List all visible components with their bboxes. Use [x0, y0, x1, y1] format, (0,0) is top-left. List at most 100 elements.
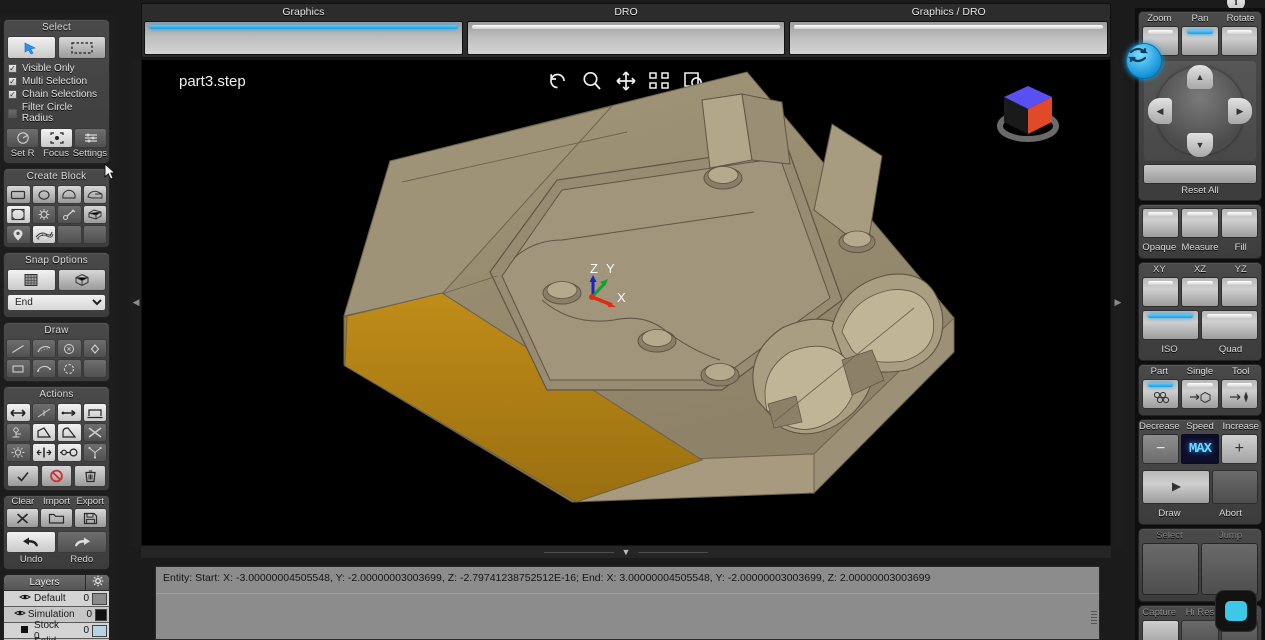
- tool-scope-button[interactable]: [1220, 379, 1258, 409]
- camera-icon[interactable]: [1215, 590, 1257, 632]
- layer-visibility-icon[interactable]: [17, 625, 32, 637]
- join-button[interactable]: [57, 403, 82, 422]
- snap-grid-button[interactable]: [7, 269, 56, 291]
- reject-button[interactable]: [40, 465, 73, 487]
- chain-selections-row[interactable]: ✓ Chain Selections: [4, 88, 109, 101]
- left-arrow-icon[interactable]: ◀: [1148, 98, 1172, 124]
- opaque-button[interactable]: [1142, 208, 1180, 238]
- rotate-mode-button[interactable]: [1220, 26, 1258, 56]
- delete-button[interactable]: [74, 465, 106, 487]
- layer-visibility-icon[interactable]: [17, 593, 32, 604]
- visible-only-checkbox[interactable]: ✓: [8, 64, 17, 73]
- measure-button[interactable]: [1181, 208, 1219, 238]
- snap-mode-select[interactable]: End Mid Center Intersect Nearest Quadran…: [7, 294, 106, 311]
- draw-arc-button[interactable]: [31, 339, 56, 358]
- console-scroll-grip[interactable]: [1091, 611, 1097, 625]
- quad-view-button[interactable]: [1201, 310, 1258, 340]
- draw-empty-button[interactable]: [82, 359, 107, 378]
- import-button[interactable]: [40, 508, 73, 528]
- down-arrow-icon[interactable]: ▼: [1187, 133, 1213, 157]
- layer-color-swatch[interactable]: [92, 624, 107, 637]
- up-arrow-icon[interactable]: ▲: [1187, 65, 1213, 89]
- fill-button[interactable]: [1220, 208, 1258, 238]
- tab-dro[interactable]: DRO: [465, 4, 788, 57]
- export-button[interactable]: [74, 508, 107, 528]
- set-r-button[interactable]: [6, 128, 39, 148]
- jump-button[interactable]: [1201, 543, 1258, 595]
- probe-block-button[interactable]: [57, 205, 82, 224]
- decrease-speed-button[interactable]: −: [1142, 434, 1180, 464]
- undo-button[interactable]: [6, 531, 56, 553]
- multi-selection-row[interactable]: ✓ Multi Selection: [4, 75, 109, 88]
- filter-circle-radius-row[interactable]: ✓ Filter Circle Radius: [4, 101, 109, 125]
- link-circles-button[interactable]: [57, 443, 82, 462]
- gear-block-button[interactable]: [31, 205, 56, 224]
- abort-button[interactable]: [1212, 470, 1258, 504]
- pointer-select-button[interactable]: [7, 36, 56, 59]
- yz-plane-button[interactable]: [1220, 277, 1258, 307]
- reset-all-button[interactable]: [1143, 164, 1257, 184]
- draw-rect-button[interactable]: [6, 359, 31, 378]
- visible-only-row[interactable]: ✓ Visible Only: [4, 62, 109, 75]
- draw-point-button[interactable]: [82, 339, 107, 358]
- select-button[interactable]: [1142, 543, 1199, 595]
- mesh-block-button[interactable]: [31, 225, 56, 244]
- solid-cut-button[interactable]: [82, 185, 107, 204]
- branch-button[interactable]: [82, 443, 107, 462]
- filter-circle-radius-checkbox[interactable]: ✓: [8, 108, 17, 118]
- chamfer-button[interactable]: [31, 423, 56, 442]
- xz-plane-button[interactable]: [1181, 277, 1219, 307]
- tab-dro-button[interactable]: [466, 21, 786, 55]
- graphics-viewport[interactable]: part3.step Z Y X: [141, 59, 1111, 546]
- chevron-down-icon[interactable]: ▼: [622, 547, 631, 557]
- viewport-console-splitter[interactable]: ▼: [141, 546, 1111, 558]
- create-block-empty-1[interactable]: [57, 225, 82, 244]
- right-panel-collapse-handle[interactable]: ▶: [1113, 59, 1123, 546]
- draw-run-button[interactable]: [1142, 470, 1210, 504]
- box-solid-button[interactable]: [82, 205, 107, 224]
- layer-visibility-icon[interactable]: [14, 609, 26, 620]
- tab-graphics-dro-button[interactable]: [789, 21, 1109, 55]
- mirror-button[interactable]: [31, 443, 56, 462]
- intersect-button[interactable]: [82, 423, 107, 442]
- status-console[interactable]: Entity: Start: X: -3.00000004505548, Y: …: [155, 566, 1100, 640]
- reset-rotate-icon[interactable]: [1126, 43, 1162, 79]
- snap-solid-button[interactable]: [57, 269, 106, 291]
- tab-graphics-button[interactable]: [144, 21, 463, 55]
- capture-button[interactable]: [1142, 620, 1180, 640]
- draw-line-button[interactable]: [6, 339, 31, 358]
- clear-button[interactable]: [6, 508, 39, 528]
- extend-button[interactable]: [6, 403, 31, 422]
- offset-rect-button[interactable]: [82, 403, 107, 422]
- multi-selection-checkbox[interactable]: ✓: [8, 77, 17, 86]
- explode-button[interactable]: [6, 443, 31, 462]
- draw-circle-center-button[interactable]: [57, 339, 82, 358]
- single-scope-button[interactable]: [1181, 379, 1219, 409]
- increase-speed-button[interactable]: +: [1220, 434, 1258, 464]
- rotate-about-button[interactable]: [6, 423, 31, 442]
- box-select-button[interactable]: [57, 36, 106, 59]
- iso-view-button[interactable]: [1142, 310, 1199, 340]
- draw-circle-button[interactable]: [57, 359, 82, 378]
- rect-block-button[interactable]: [6, 185, 31, 204]
- chain-selections-checkbox[interactable]: ✓: [8, 90, 17, 99]
- redo-button[interactable]: [57, 531, 107, 553]
- trim-button[interactable]: [31, 403, 56, 422]
- xy-plane-button[interactable]: [1142, 277, 1180, 307]
- hi-res-button[interactable]: [1181, 620, 1219, 640]
- pin-block-button[interactable]: [6, 225, 31, 244]
- create-block-empty-2[interactable]: [82, 225, 107, 244]
- tab-graphics-dro[interactable]: Graphics / DRO: [787, 4, 1110, 57]
- draw-arc3-button[interactable]: [31, 359, 56, 378]
- layers-gear-icon[interactable]: [85, 575, 109, 590]
- circle-block-button[interactable]: [31, 185, 56, 204]
- part-scope-button[interactable]: [1142, 379, 1180, 409]
- left-panel-collapse-handle[interactable]: ◀: [131, 59, 141, 546]
- right-arrow-icon[interactable]: ▶: [1228, 98, 1252, 124]
- layer-color-swatch[interactable]: [92, 592, 107, 605]
- bounding-box-button[interactable]: [6, 205, 31, 224]
- settings-button[interactable]: [74, 128, 107, 148]
- focus-button[interactable]: [40, 128, 73, 148]
- layer-color-swatch[interactable]: [95, 608, 107, 621]
- view-cube[interactable]: [994, 82, 1062, 144]
